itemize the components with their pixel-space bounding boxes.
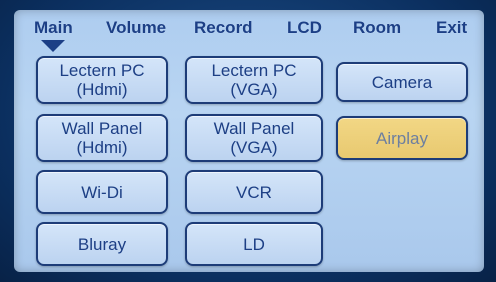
tab-lcd[interactable]: LCD	[287, 18, 322, 38]
button-label: Wall Panel	[61, 119, 143, 138]
button-sublabel: (Hdmi)	[76, 138, 128, 157]
wall-panel-hdmi-button[interactable]: Wall Panel (Hdmi)	[36, 114, 168, 162]
lectern-pc-vga-button[interactable]: Lectern PC (VGA)	[185, 56, 323, 104]
button-label: VCR	[236, 182, 272, 202]
button-sublabel: (Hdmi)	[76, 80, 128, 99]
device-bezel: Main Volume Record LCD Room Exit Lectern…	[0, 0, 496, 282]
tab-room[interactable]: Room	[353, 18, 401, 38]
tab-record[interactable]: Record	[194, 18, 253, 38]
button-label: Airplay	[376, 128, 428, 148]
camera-button[interactable]: Camera	[336, 62, 468, 102]
airplay-button[interactable]: Airplay	[336, 116, 468, 160]
lectern-pc-hdmi-button[interactable]: Lectern PC (Hdmi)	[36, 56, 168, 104]
button-label: Lectern PC	[211, 61, 297, 80]
button-label: Lectern PC	[59, 61, 145, 80]
button-sublabel: (VGA)	[230, 138, 278, 157]
touch-screen: Main Volume Record LCD Room Exit Lectern…	[14, 10, 484, 272]
bluray-button[interactable]: Bluray	[36, 222, 168, 266]
tab-main[interactable]: Main	[34, 18, 73, 38]
wi-di-button[interactable]: Wi-Di	[36, 170, 168, 214]
button-label: Bluray	[77, 234, 127, 254]
button-sublabel: (VGA)	[230, 80, 278, 99]
vcr-button[interactable]: VCR	[185, 170, 323, 214]
button-label: LD	[243, 234, 265, 254]
tab-bar: Main Volume Record LCD Room Exit	[14, 18, 484, 44]
active-tab-indicator-icon	[41, 40, 65, 52]
button-label: Wall Panel	[213, 119, 295, 138]
button-label: Wi-Di	[81, 182, 123, 202]
button-label: Camera	[371, 72, 433, 92]
tab-exit[interactable]: Exit	[436, 18, 467, 38]
tab-volume[interactable]: Volume	[106, 18, 166, 38]
wall-panel-vga-button[interactable]: Wall Panel (VGA)	[185, 114, 323, 162]
ld-button[interactable]: LD	[185, 222, 323, 266]
